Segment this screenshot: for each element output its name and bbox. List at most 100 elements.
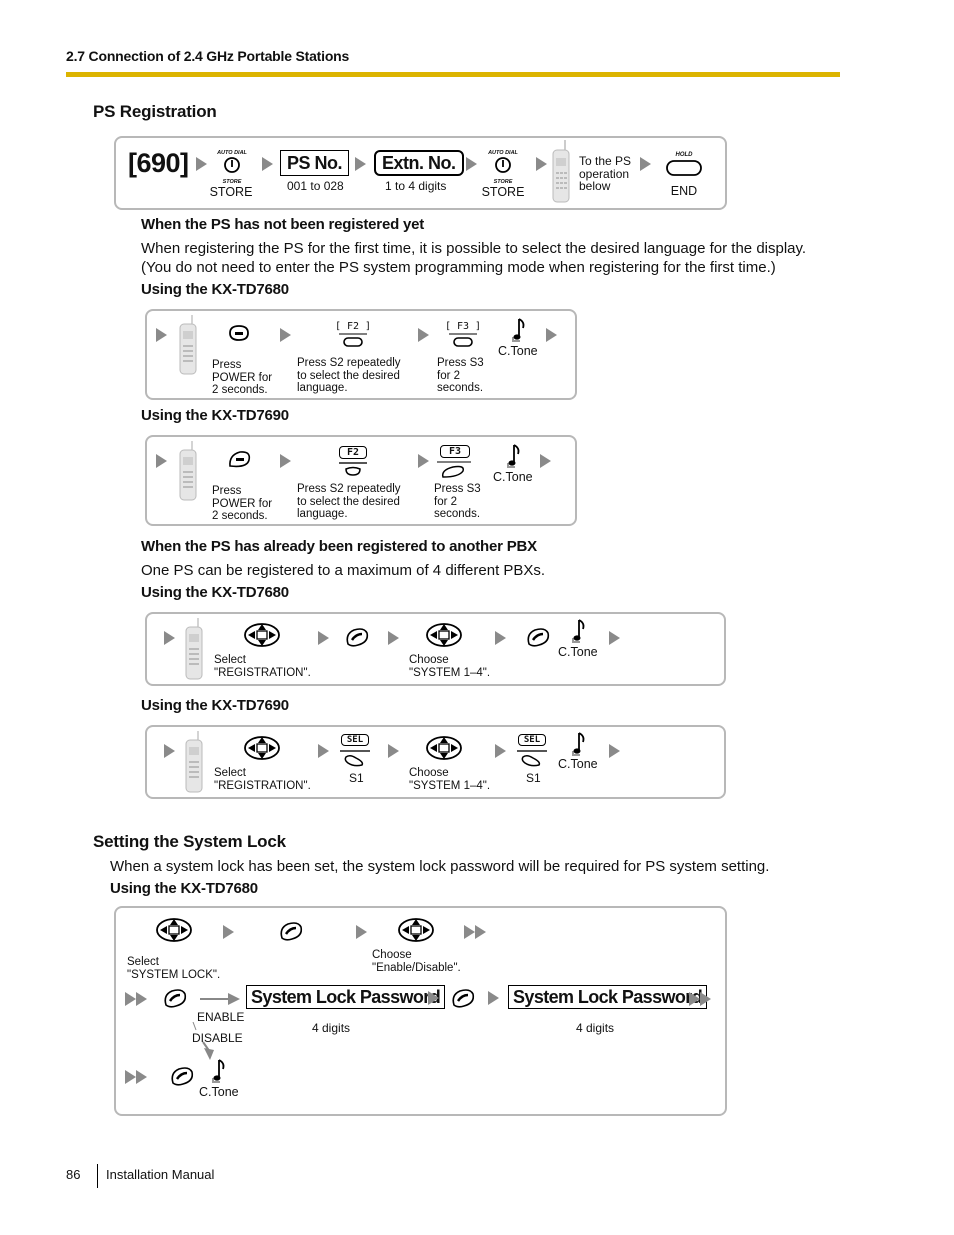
ps-registration-title: PS Registration xyxy=(93,102,217,121)
arrow-icon xyxy=(262,157,273,171)
talk-key-icon xyxy=(164,989,187,1008)
system-lock-flow: Select "SYSTEM LOCK". Choose "Enable/Dis… xyxy=(114,906,727,1116)
portable-station-icon xyxy=(179,441,197,501)
caption-line: seconds. xyxy=(434,508,481,520)
footer-divider xyxy=(97,1164,98,1188)
talk-key-icon xyxy=(346,628,369,647)
caption-line: "SYSTEM 1–4". xyxy=(409,779,491,792)
ps-operation-caption: To the PS operation below xyxy=(579,155,631,193)
f3-caption: Press S3 for 2 seconds. xyxy=(437,357,484,395)
header-rule xyxy=(66,72,840,77)
ps-registration-flow: [690] AUTO DIAL STORE STORE PS No. 001 t… xyxy=(114,136,727,210)
ctone-label: C.Tone xyxy=(558,645,598,659)
arrow-icon xyxy=(536,157,547,171)
s1-button-icon xyxy=(517,750,547,767)
f2-caption: Press S2 repeatedly to select the desire… xyxy=(297,483,401,521)
caption-line: for 2 xyxy=(437,369,461,382)
not-registered-heading: When the PS has not been registered yet xyxy=(141,216,425,233)
store-caption-2: STORE xyxy=(481,185,525,199)
arrow-icon xyxy=(488,991,499,1005)
td7680-registration-flow: Select "REGISTRATION". Choose "SYSTEM 1–… xyxy=(145,612,726,686)
select-caption: Select "REGISTRATION". xyxy=(214,654,311,679)
td7690-heading-2: Using the KX-TD7690 xyxy=(141,697,289,714)
caption-line: Select xyxy=(214,767,246,779)
power-key-icon xyxy=(229,451,251,468)
caption-line: 2 seconds. xyxy=(212,510,268,522)
system-lock-text: When a system lock has been set, the sys… xyxy=(110,858,770,875)
s3-button-icon xyxy=(437,461,471,478)
caption-line: Press xyxy=(212,485,242,497)
select-caption: Select "REGISTRATION". xyxy=(214,767,311,792)
caption-line: "Enable/Disable". xyxy=(372,961,461,974)
caption-line: below xyxy=(579,179,611,193)
td7680-heading-2: Using the KX-TD7680 xyxy=(141,584,289,601)
caption-line: for 2 xyxy=(434,495,458,508)
system-lock-td7680-heading: Using the KX-TD7680 xyxy=(110,880,258,897)
arrow-icon xyxy=(428,991,439,1005)
td7680-language-flow: Press POWER for 2 seconds. [ F2 ] Press … xyxy=(145,309,577,400)
navigator-key-icon xyxy=(244,623,280,647)
caption-line: Press xyxy=(212,359,242,371)
portable-station-icon xyxy=(552,140,570,203)
talk-key-icon xyxy=(171,1067,194,1086)
caption-line: Press S3 xyxy=(437,357,484,369)
arrow-icon xyxy=(640,157,651,171)
confirmation-tone-icon xyxy=(572,732,585,756)
power-key-icon xyxy=(229,325,249,341)
choose-enable-caption: Choose "Enable/Disable". xyxy=(372,949,461,974)
arrow-icon xyxy=(495,631,506,645)
arrow-icon xyxy=(466,157,477,171)
program-code: [690] xyxy=(128,148,189,178)
choose-caption: Choose "SYSTEM 1–4". xyxy=(409,767,490,792)
caption-line: POWER for xyxy=(212,371,273,384)
s1-caption: S1 xyxy=(526,771,541,785)
portable-station-icon xyxy=(185,731,203,793)
arrow-icon xyxy=(356,925,367,939)
ctone-label: C.Tone xyxy=(498,344,538,358)
arrow-icon xyxy=(609,631,620,645)
arrow-icon xyxy=(540,454,551,468)
power-caption: Press POWER for 2 seconds. xyxy=(212,485,272,523)
system-lock-title: Setting the System Lock xyxy=(93,832,286,851)
arrow-icon xyxy=(156,328,167,342)
confirmation-tone-icon xyxy=(512,318,525,342)
caption-line: "REGISTRATION". xyxy=(214,666,311,679)
system-lock-password-field-2: System Lock Password xyxy=(508,985,708,1009)
arrow-icon xyxy=(318,631,329,645)
sel-tag: SEL xyxy=(341,734,369,746)
f2-tag: F2 xyxy=(339,446,367,459)
store-key-2: AUTO DIAL STORE xyxy=(483,150,523,185)
double-arrow-icon xyxy=(125,1070,147,1084)
navigator-key-icon xyxy=(398,918,434,942)
caption-line: Select xyxy=(127,956,159,968)
caption-line: Choose xyxy=(409,767,449,779)
caption-line: Choose xyxy=(409,654,449,666)
caption-line: language. xyxy=(297,382,348,394)
s2-button-icon xyxy=(339,462,367,476)
navigator-key-icon xyxy=(244,736,280,760)
double-arrow-icon xyxy=(125,992,147,1006)
talk-key-icon xyxy=(452,989,475,1008)
double-arrow-icon xyxy=(464,925,486,939)
hold-key: HOLD xyxy=(664,152,704,183)
arrow-icon xyxy=(164,744,175,758)
choose-caption: Choose "SYSTEM 1–4". xyxy=(409,654,490,679)
section-header: 2.7 Connection of 2.4 GHz Portable Stati… xyxy=(66,48,350,64)
arrow-icon xyxy=(388,631,399,645)
caption-line: seconds. xyxy=(437,382,484,394)
extn-no-caption: 1 to 4 digits xyxy=(385,179,447,193)
select-system-lock-caption: Select "SYSTEM LOCK". xyxy=(127,956,220,981)
caption-line: Choose xyxy=(372,949,412,961)
end-caption: END xyxy=(670,184,698,198)
td7690-language-flow: Press POWER for 2 seconds. F2 Press S2 r… xyxy=(145,435,577,526)
hold-button-icon xyxy=(666,160,702,176)
ctone-label: C.Tone xyxy=(493,470,533,484)
arrow-icon xyxy=(280,454,291,468)
td7690-registration-flow: Select "REGISTRATION". SEL S1 Choose "SY… xyxy=(145,725,726,799)
already-registered-heading: When the PS has already been registered … xyxy=(141,538,537,555)
navigator-key-icon xyxy=(156,918,192,942)
caption-line: language. xyxy=(297,508,348,520)
caption-line: "REGISTRATION". xyxy=(214,779,311,792)
caption-line: Press S2 repeatedly xyxy=(297,483,401,495)
ctone-label: C.Tone xyxy=(558,757,598,771)
